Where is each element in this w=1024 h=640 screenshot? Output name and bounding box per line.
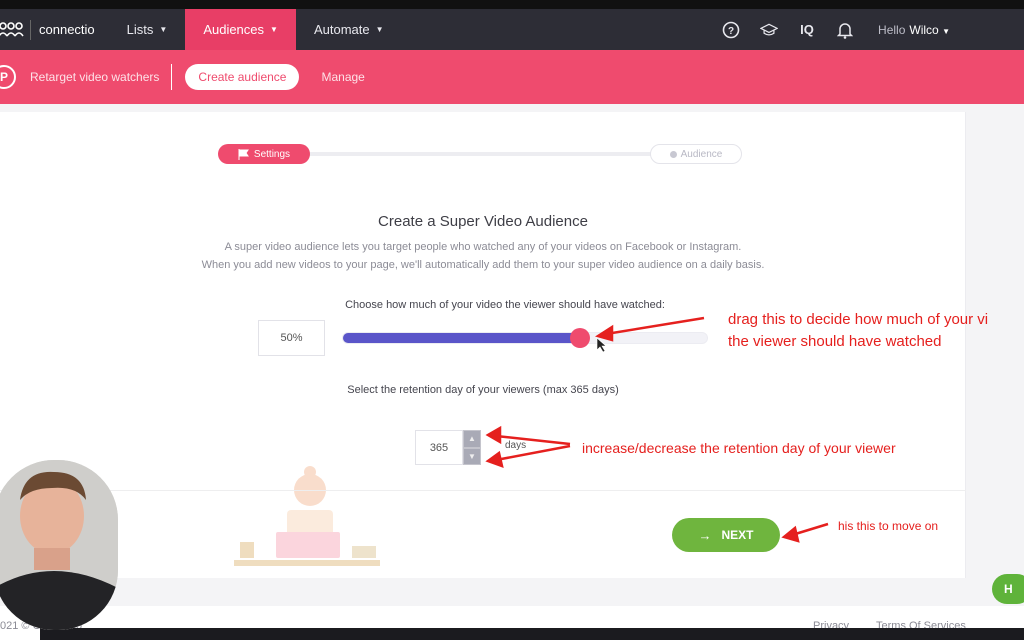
stepper-track — [298, 152, 658, 156]
graduation-cap-icon[interactable] — [760, 21, 779, 39]
retarget-logo-icon: P — [0, 65, 16, 89]
nav-automate-label: Automate — [313, 22, 370, 37]
retention-days-input[interactable]: 365 — [415, 430, 463, 465]
description: A super video audience lets you target p… — [0, 238, 966, 274]
description-line-2: When you add new videos to your page, we… — [201, 259, 765, 271]
manage-link[interactable]: Manage — [321, 70, 364, 84]
top-navigation: connectio Lists ▼ Audiences ▼ Automate ▼ ? … — [0, 9, 1024, 50]
step-audience-label: Audience — [680, 148, 723, 160]
webcam-overlay — [0, 460, 118, 630]
watch-percent-slider[interactable] — [342, 328, 708, 348]
card-divider — [0, 490, 966, 491]
annotation-slider-line-1: drag this to decide how much of your vi — [728, 311, 989, 328]
nav-lists[interactable]: Lists ▼ — [109, 9, 186, 50]
retention-label: Select the retention day of your viewers… — [347, 384, 619, 396]
slider-thumb[interactable] — [569, 328, 590, 348]
step-settings-label: Settings — [253, 148, 291, 160]
step-dot-icon — [669, 150, 677, 158]
nav-right: ? IQ Hello Wilco ▼ — [712, 9, 1024, 50]
next-button-label: NEXT — [721, 528, 754, 542]
decrement-button[interactable]: ▼ — [463, 447, 481, 465]
sub-navigation: P Retarget video watchers Create audienc… — [0, 50, 1024, 104]
connectio-logo-icon — [0, 21, 24, 36]
desk-illustration-icon — [234, 466, 380, 566]
days-stepper: ▲ ▼ — [463, 430, 481, 465]
description-line-1: A super video audience lets you target p… — [224, 241, 742, 253]
flag-icon — [238, 148, 249, 160]
page-title: Create a Super Video Audience — [378, 213, 588, 230]
slider-fill — [343, 333, 580, 343]
step-settings[interactable]: Settings — [218, 144, 310, 164]
help-button[interactable]: H — [992, 574, 1024, 604]
nav-audiences-label: Audiences — [203, 22, 265, 37]
annotation-next: his this to move on — [838, 519, 939, 533]
nav-automate[interactable]: Automate ▼ — [296, 9, 402, 50]
iq-icon[interactable]: IQ — [798, 21, 816, 39]
stepper: Settings Audience — [218, 144, 742, 164]
user-name: Wilco — [909, 22, 939, 37]
bell-icon[interactable] — [836, 21, 854, 39]
presenter-avatar — [0, 460, 118, 630]
help-button-label: H — [1004, 582, 1013, 596]
annotation-slider-line-2: the viewer should have watched — [728, 333, 942, 350]
subnav-title[interactable]: Retarget video watchers — [30, 64, 173, 90]
caret-down-icon: ▼ — [942, 26, 950, 36]
top-strip — [0, 0, 1024, 9]
greeting: Hello — [878, 22, 906, 37]
days-unit-label: days — [505, 440, 527, 451]
brand[interactable]: connectio — [0, 9, 95, 50]
next-button[interactable]: → NEXT — [672, 518, 780, 552]
increment-button[interactable]: ▲ — [463, 430, 481, 448]
caret-down-icon: ▼ — [270, 25, 278, 34]
bottom-dark-strip — [40, 628, 1024, 640]
caret-down-icon: ▼ — [159, 25, 168, 34]
arrow-right-icon: → — [698, 527, 712, 543]
caret-down-icon: ▼ — [375, 25, 384, 34]
svg-text:?: ? — [728, 26, 734, 37]
brand-name: connectio — [30, 19, 95, 40]
annotation-retention: increase/decrease the retention day of y… — [582, 440, 896, 456]
create-audience-button[interactable]: Create audience — [185, 64, 300, 90]
percent-input[interactable]: 50% — [258, 320, 325, 356]
user-menu[interactable]: Hello Wilco ▼ — [878, 23, 950, 37]
nav-audiences[interactable]: Audiences ▼ — [185, 9, 296, 50]
help-circle-icon[interactable]: ? — [722, 21, 740, 39]
nav-lists-label: Lists — [126, 22, 154, 37]
step-audience[interactable]: Audience — [650, 144, 742, 164]
